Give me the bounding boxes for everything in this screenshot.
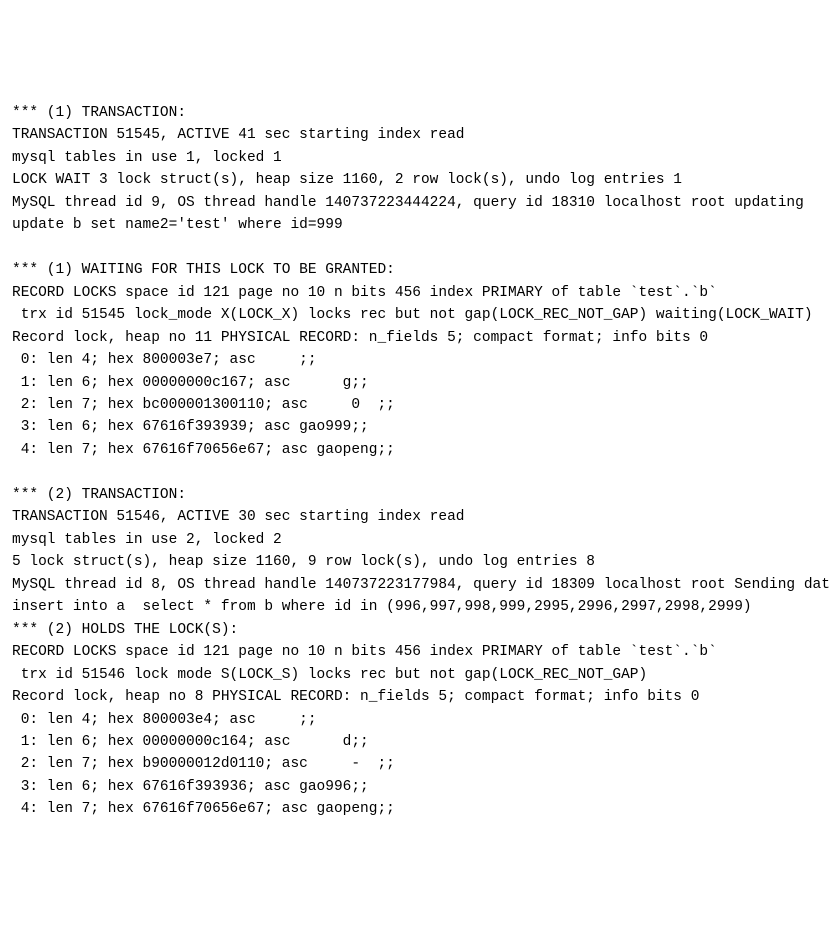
log-line: 3: len 6; hex 67616f393939; asc gao999;; [12,416,818,438]
log-line: *** (1) TRANSACTION: [12,102,818,124]
log-line: 3: len 6; hex 67616f393936; asc gao996;; [12,776,818,798]
log-line: TRANSACTION 51545, ACTIVE 41 sec startin… [12,124,818,146]
log-line: 5 lock struct(s), heap size 1160, 9 row … [12,551,818,573]
log-line: 0: len 4; hex 800003e7; asc ;; [12,349,818,371]
log-line: 0: len 4; hex 800003e4; asc ;; [12,709,818,731]
log-line [12,461,818,483]
log-line: TRANSACTION 51546, ACTIVE 30 sec startin… [12,506,818,528]
log-line: trx id 51546 lock mode S(LOCK_S) locks r… [12,664,818,686]
log-line: RECORD LOCKS space id 121 page no 10 n b… [12,282,818,304]
log-line: update b set name2='test' where id=999 [12,214,818,236]
log-line: 4: len 7; hex 67616f70656e67; asc gaopen… [12,439,818,461]
log-line: 4: len 7; hex 67616f70656e67; asc gaopen… [12,798,818,820]
log-line: LOCK WAIT 3 lock struct(s), heap size 11… [12,169,818,191]
log-line: 2: len 7; hex b90000012d0110; asc - ;; [12,753,818,775]
log-line: *** (2) TRANSACTION: [12,484,818,506]
log-line [12,237,818,259]
log-line: mysql tables in use 2, locked 2 [12,529,818,551]
log-line: 2: len 7; hex bc000001300110; asc 0 ;; [12,394,818,416]
log-line: mysql tables in use 1, locked 1 [12,147,818,169]
log-line: *** (1) WAITING FOR THIS LOCK TO BE GRAN… [12,259,818,281]
log-line: MySQL thread id 9, OS thread handle 1407… [12,192,818,214]
log-line: RECORD LOCKS space id 121 page no 10 n b… [12,641,818,663]
log-output: *** (1) TRANSACTION:TRANSACTION 51545, A… [12,102,818,821]
log-line: insert into a select * from b where id i… [12,596,818,618]
log-line: Record lock, heap no 8 PHYSICAL RECORD: … [12,686,818,708]
log-line: Record lock, heap no 11 PHYSICAL RECORD:… [12,327,818,349]
log-line: 1: len 6; hex 00000000c167; asc g;; [12,372,818,394]
log-line: trx id 51545 lock_mode X(LOCK_X) locks r… [12,304,818,326]
log-line: 1: len 6; hex 00000000c164; asc d;; [12,731,818,753]
log-line: MySQL thread id 8, OS thread handle 1407… [12,574,818,596]
log-line: *** (2) HOLDS THE LOCK(S): [12,619,818,641]
